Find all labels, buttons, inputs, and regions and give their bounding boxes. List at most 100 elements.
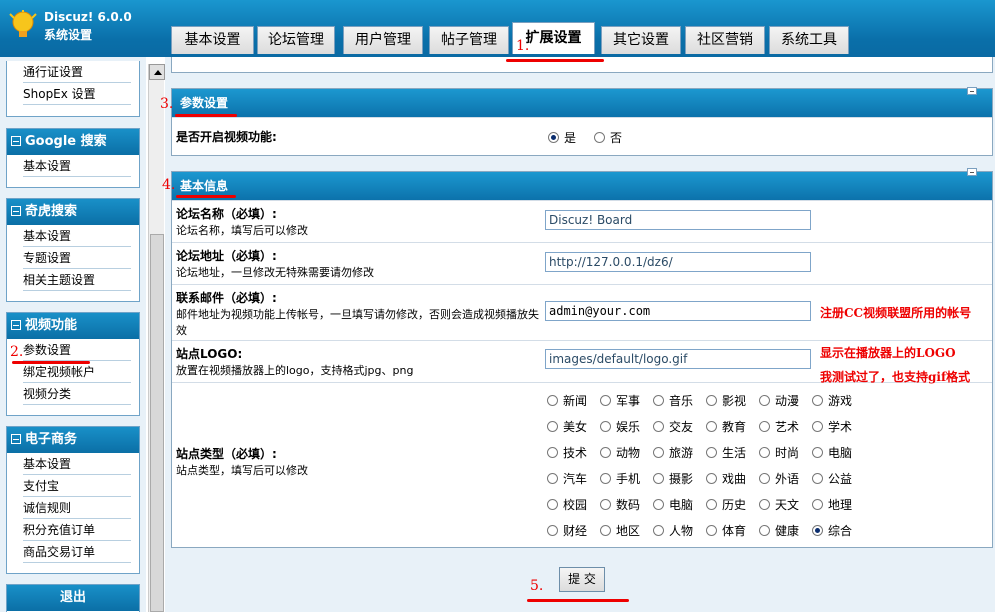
- scroll-thumb[interactable]: [150, 234, 164, 612]
- site-type-option[interactable]: 音乐: [653, 392, 693, 409]
- sidebar-item-qihoo-related[interactable]: 相关主题设置: [23, 269, 131, 291]
- collapse-icon: [11, 136, 21, 146]
- tab-basic-settings[interactable]: 基本设置: [171, 26, 254, 54]
- info-panel-title: 基本信息: [172, 172, 992, 200]
- sidebar-box-title-video[interactable]: 视频功能: [7, 313, 139, 339]
- site-type-option[interactable]: 军事: [600, 392, 640, 409]
- sidebar-item-shopex[interactable]: ShopEx 设置: [23, 83, 131, 105]
- sidebar-item-qihoo-basic[interactable]: 基本设置: [23, 225, 131, 247]
- sidebar-item-video-category[interactable]: 视频分类: [23, 383, 131, 405]
- site-type-option[interactable]: 体育: [706, 522, 746, 539]
- site-type-option[interactable]: 地区: [600, 522, 640, 539]
- site-type-option[interactable]: 技术: [547, 444, 587, 461]
- site-type-option[interactable]: 摄影: [653, 470, 693, 487]
- radio-icon: [547, 499, 558, 510]
- site-type-option[interactable]: 手机: [600, 470, 640, 487]
- video-enabled-no[interactable]: 否: [594, 129, 622, 146]
- sidebar-item-qihoo-topic[interactable]: 专题设置: [23, 247, 131, 269]
- sidebar-item-credit-rules[interactable]: 诚信规则: [23, 497, 131, 519]
- tab-other-settings[interactable]: 其它设置: [601, 26, 681, 54]
- radio-icon: [600, 421, 611, 432]
- sidebar-box-title-google[interactable]: Google 搜索: [7, 129, 139, 155]
- site-type-option[interactable]: 影视: [706, 392, 746, 409]
- site-type-option[interactable]: 历史: [706, 496, 746, 513]
- tab-community-marketing[interactable]: 社区营销: [685, 26, 765, 54]
- site-type-option[interactable]: 时尚: [759, 444, 799, 461]
- tab-forum-manage[interactable]: 论坛管理: [257, 26, 335, 54]
- site-type-option[interactable]: 数码: [600, 496, 640, 513]
- site-type-option[interactable]: 健康: [759, 522, 799, 539]
- site-type-option[interactable]: 交友: [653, 418, 693, 435]
- site-type-option[interactable]: 外语: [759, 470, 799, 487]
- radio-icon: [600, 525, 611, 536]
- forum-url-input[interactable]: http://127.0.0.1/dz6/: [545, 252, 811, 272]
- site-type-option[interactable]: 地理: [812, 496, 852, 513]
- radio-icon: [600, 473, 611, 484]
- site-type-option[interactable]: 动物: [600, 444, 640, 461]
- tab-system-tools[interactable]: 系统工具: [769, 26, 849, 54]
- radio-icon: [594, 132, 605, 143]
- sidebar-item-alipay[interactable]: 支付宝: [23, 475, 131, 497]
- site-type-option[interactable]: 电脑: [812, 444, 852, 461]
- scroll-up-arrow-icon[interactable]: [149, 64, 165, 80]
- video-enabled-yes[interactable]: 是: [548, 129, 576, 146]
- site-type-option[interactable]: 动漫: [759, 392, 799, 409]
- sidebar-item-video-bind-account[interactable]: 绑定视频帐户: [23, 361, 131, 383]
- radio-icon: [706, 473, 717, 484]
- site-type-option[interactable]: 生活: [706, 444, 746, 461]
- radio-icon: [653, 473, 664, 484]
- site-type-option[interactable]: 学术: [812, 418, 852, 435]
- site-type-option[interactable]: 财经: [547, 522, 587, 539]
- sidebar-item-passport[interactable]: 通行证设置: [23, 61, 131, 83]
- sidebar-scrollbar[interactable]: [148, 64, 165, 612]
- sidebar-item-credit-orders[interactable]: 积分充值订单: [23, 519, 131, 541]
- site-type-option[interactable]: 戏曲: [706, 470, 746, 487]
- annotation-1: 1.: [516, 38, 530, 54]
- radio-icon: [812, 447, 823, 458]
- site-type-option[interactable]: 电脑: [653, 496, 693, 513]
- email-input[interactable]: admin@your.com: [545, 301, 811, 321]
- collapse-icon: [11, 320, 21, 330]
- submit-button[interactable]: 提 交: [559, 567, 605, 592]
- tab-post-manage[interactable]: 帖子管理: [429, 26, 509, 54]
- site-type-option[interactable]: 综合: [812, 522, 852, 539]
- site-type-option[interactable]: 人物: [653, 522, 693, 539]
- radio-icon: [759, 421, 770, 432]
- site-type-option[interactable]: 旅游: [653, 444, 693, 461]
- params-panel: 参数设置 是否开启视频功能: 是 否: [171, 88, 993, 156]
- sidebar-item-google-basic[interactable]: 基本设置: [23, 155, 131, 177]
- site-type-option[interactable]: 天文: [759, 496, 799, 513]
- tab-user-manage[interactable]: 用户管理: [343, 26, 423, 54]
- sidebar: 通行证设置 ShopEx 设置 Google 搜索 基本设置 奇虎搜索 基本设置…: [0, 57, 146, 612]
- radio-icon: [706, 499, 717, 510]
- sidebar-box-title-qihoo[interactable]: 奇虎搜索: [7, 199, 139, 225]
- radio-icon: [706, 447, 717, 458]
- header-bar: Discuz! 6.0.0 系统设置 基本设置 论坛管理 用户管理 帖子管理 扩…: [0, 0, 995, 57]
- collapse-info-icon[interactable]: [967, 168, 977, 176]
- site-type-option[interactable]: 娱乐: [600, 418, 640, 435]
- site-type-option[interactable]: 汽车: [547, 470, 587, 487]
- sidebar-item-trade-orders[interactable]: 商品交易订单: [23, 541, 131, 563]
- sidebar-item-ecommerce-basic[interactable]: 基本设置: [23, 453, 131, 475]
- radio-icon: [547, 395, 558, 406]
- site-type-option[interactable]: 新闻: [547, 392, 587, 409]
- radio-icon: [812, 395, 823, 406]
- app-subtitle: 系统设置: [44, 28, 93, 42]
- sidebar-box-title-ecommerce[interactable]: 电子商务: [7, 427, 139, 453]
- radio-icon: [759, 499, 770, 510]
- sidebar-box-qihoo: 奇虎搜索 基本设置 专题设置 相关主题设置: [6, 198, 140, 302]
- logo-input[interactable]: images/default/logo.gif: [545, 349, 811, 369]
- site-type-option[interactable]: 艺术: [759, 418, 799, 435]
- site-type-option[interactable]: 美女: [547, 418, 587, 435]
- collapse-params-icon[interactable]: [967, 87, 977, 95]
- radio-icon: [547, 447, 558, 458]
- sidebar-item-video-params[interactable]: 参数设置: [23, 339, 131, 361]
- site-type-option[interactable]: 教育: [706, 418, 746, 435]
- forum-name-row: 论坛名称（必填）: 论坛名称，填写后可以修改 Discuz! Board: [172, 200, 992, 242]
- logout-button[interactable]: 退出: [7, 585, 139, 611]
- site-type-option[interactable]: 游戏: [812, 392, 852, 409]
- site-type-option[interactable]: 校园: [547, 496, 587, 513]
- forum-name-input[interactable]: Discuz! Board: [545, 210, 811, 230]
- site-type-option[interactable]: 公益: [812, 470, 852, 487]
- app-name: Discuz! 6.0.0: [44, 10, 132, 24]
